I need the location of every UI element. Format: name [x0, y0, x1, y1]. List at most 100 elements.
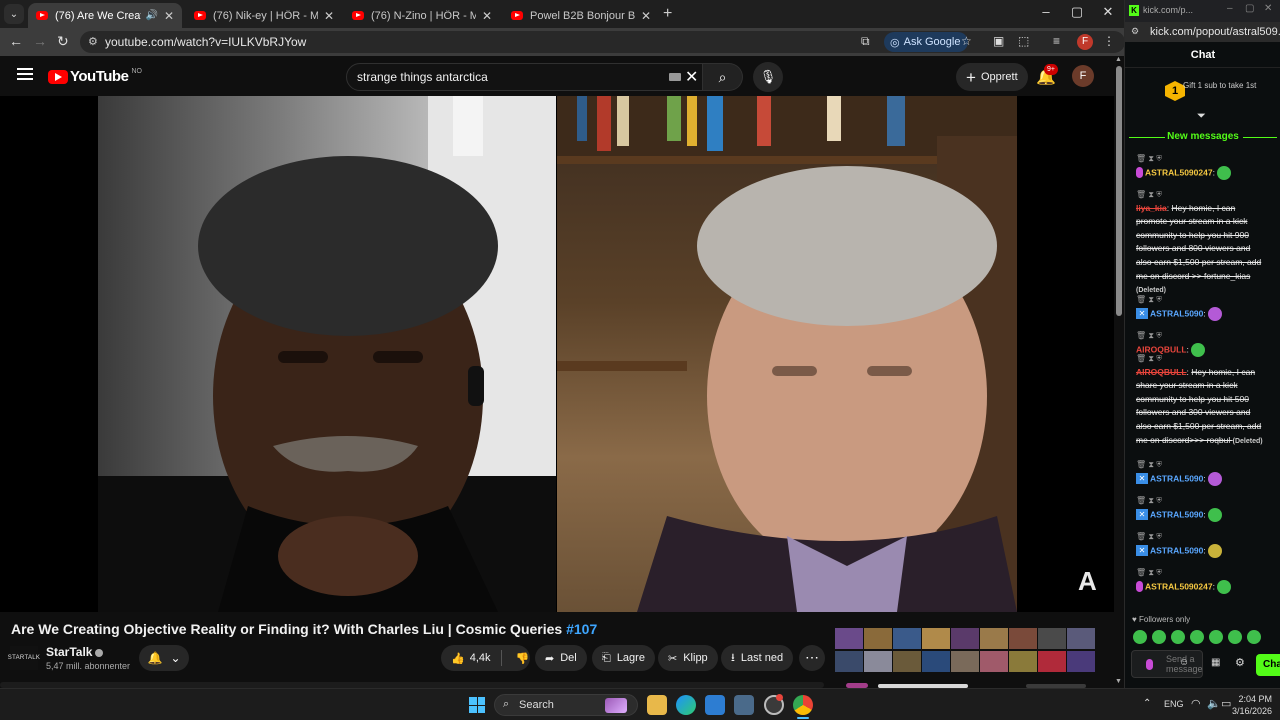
quick-emote-icon[interactable]: [1209, 630, 1223, 644]
chat-username[interactable]: ASTRAL5090: [1150, 509, 1203, 519]
maximize-icon[interactable]: ▢: [1067, 4, 1087, 20]
extension-icon[interactable]: ▣: [993, 34, 1004, 48]
quick-emote-icon[interactable]: [1228, 630, 1242, 644]
scroll-down-icon[interactable]: ▼: [1115, 678, 1122, 685]
chat-message-input[interactable]: Send a message: [1131, 650, 1203, 678]
chat-settings-gear-icon[interactable]: ⚙: [1235, 656, 1245, 669]
chat-message[interactable]: 🗑 ⧗ ⛨ ✕ ASTRAL5090:: [1136, 293, 1268, 321]
search-input[interactable]: strange things antarctica ✕: [346, 63, 703, 91]
gift-icon[interactable]: ▦: [1211, 657, 1220, 668]
site-info-icon[interactable]: ⚙: [88, 35, 98, 48]
new-tab-button[interactable]: +: [663, 5, 672, 23]
keyboard-icon[interactable]: [669, 73, 681, 81]
clip-button[interactable]: ✂ Klipp: [658, 645, 718, 671]
close-tab-icon[interactable]: ✕: [482, 9, 492, 23]
create-button[interactable]: + Opprett: [956, 63, 1028, 91]
mod-action-icons[interactable]: 🗑 ⧗ ⛨: [1136, 532, 1162, 541]
chat-message[interactable]: 🗑 ⧗ ⛨ ASTRAL5090247:: [1136, 152, 1268, 180]
like-button[interactable]: 👍 4,4k: [441, 650, 502, 666]
store-icon[interactable]: [705, 695, 725, 715]
back-icon[interactable]: ←: [9, 33, 23, 49]
mod-action-icons[interactable]: 🗑 ⧗ ⛨: [1136, 295, 1162, 304]
close-tab-icon[interactable]: ✕: [641, 9, 651, 23]
kick-url-bar[interactable]: ⚙ kick.com/popout/astral509...: [1125, 22, 1280, 42]
reload-icon[interactable]: ↻: [57, 33, 69, 50]
channel-watermark-icon[interactable]: A: [1078, 566, 1097, 597]
tab-n-zino[interactable]: (76) N-Zino | HÖR - March 16 / ✕: [344, 3, 500, 28]
snipping-tool-icon[interactable]: [734, 695, 754, 715]
show-hidden-icons-chevron-icon[interactable]: ⌃: [1143, 698, 1151, 709]
video-player[interactable]: A: [0, 96, 1114, 612]
media-control-icon[interactable]: ≡: [1053, 34, 1060, 48]
more-actions-button[interactable]: ⋯: [799, 645, 825, 671]
chat-message[interactable]: 🗑 ⧗ ⛨ ✕ ASTRAL5090:: [1136, 494, 1268, 522]
edge-browser-icon[interactable]: [676, 695, 696, 715]
chat-username[interactable]: ASTRAL5090247: [1145, 167, 1213, 177]
tab-powel[interactable]: Powel B2B Bonjour Ben | HÖR ✕: [503, 3, 659, 28]
menu-icon[interactable]: [17, 68, 33, 80]
input-language[interactable]: ENG: [1164, 699, 1184, 709]
puzzle-icon[interactable]: ⬚: [1018, 34, 1029, 48]
file-explorer-icon[interactable]: [647, 695, 667, 715]
profile-avatar[interactable]: F: [1077, 34, 1093, 50]
quick-emote-icon[interactable]: [1152, 630, 1166, 644]
bookmark-star-icon[interactable]: ☆: [961, 34, 972, 48]
youtube-logo[interactable]: YouTube NO: [48, 68, 142, 85]
quick-emote-icon[interactable]: [1171, 630, 1185, 644]
volume-icon[interactable]: 🔈: [1207, 697, 1221, 710]
filter-icon[interactable]: ⏷: [1197, 110, 1206, 123]
site-info-icon[interactable]: ⚙: [1131, 26, 1139, 37]
mod-action-icons[interactable]: 🗑 ⧗ ⛨: [1136, 568, 1162, 577]
chat-username[interactable]: ASTRAL5090: [1150, 545, 1203, 555]
minimize-icon[interactable]: –: [1227, 3, 1233, 14]
maximize-icon[interactable]: ▢: [1245, 3, 1254, 14]
account-avatar[interactable]: F: [1072, 65, 1094, 87]
quick-emote-icon[interactable]: [1247, 630, 1261, 644]
subscription-notification-button[interactable]: 🔔 ⌄: [139, 645, 189, 671]
gift-leaderboard-badge[interactable]: 1: [1165, 81, 1185, 101]
search-button[interactable]: ⌕: [703, 63, 743, 91]
mod-action-icons[interactable]: 🗑 ⧗ ⛨: [1136, 460, 1162, 469]
speaker-icon[interactable]: 🔊: [145, 10, 157, 21]
chat-message[interactable]: 🗑 ⧗ ⛨ ✕ ASTRAL5090:: [1136, 530, 1268, 558]
page-scrollbar[interactable]: ▲ ▼: [1114, 56, 1124, 688]
video-hashtag-link[interactable]: #107: [566, 621, 597, 637]
quick-emote-icon[interactable]: [1133, 630, 1147, 644]
recommended-video-thumbnail[interactable]: [835, 628, 1103, 674]
close-window-icon[interactable]: ✕: [1264, 3, 1272, 14]
channel-name[interactable]: StarTalk: [46, 645, 104, 659]
mod-action-icons[interactable]: 🗑 ⧗ ⛨: [1136, 190, 1162, 199]
tab-nik-ey[interactable]: (76) Nik-ey | HÖR - March 16 / ✕: [186, 3, 342, 28]
chat-username[interactable]: ASTRAL5090247: [1145, 581, 1213, 591]
up-next-item-edge[interactable]: [846, 681, 1116, 688]
mod-action-icons[interactable]: 🗑 ⧗ ⛨: [1136, 496, 1162, 505]
voice-search-button[interactable]: 🎙: [753, 62, 783, 92]
scrollbar-thumb[interactable]: [1116, 66, 1122, 316]
close-tab-icon[interactable]: ✕: [324, 9, 334, 23]
chat-message[interactable]: 🗑 ⧗ ⛨ ASTRAL5090247:: [1136, 566, 1268, 594]
mod-action-icons[interactable]: 🗑 ⧗ ⛨: [1136, 154, 1162, 163]
clear-search-icon[interactable]: ✕: [685, 67, 698, 87]
close-window-icon[interactable]: ✕: [1098, 4, 1118, 20]
download-button[interactable]: ⭳ Last ned: [721, 645, 794, 671]
cast-icon[interactable]: ⧉: [861, 34, 870, 49]
ask-google-button[interactable]: ◎ Ask Google: [884, 32, 969, 52]
chat-username[interactable]: ASTRAL5090: [1150, 308, 1203, 318]
chrome-icon[interactable]: [793, 695, 813, 715]
mod-action-icons[interactable]: 🗑 ⧗ ⛨: [1136, 331, 1162, 340]
emoji-picker-icon[interactable]: ☺: [1179, 657, 1189, 668]
send-chat-button[interactable]: Chat: [1256, 654, 1280, 676]
close-tab-icon[interactable]: ✕: [164, 9, 174, 23]
chat-message[interactable]: 🗑 ⧗ ⛨ AIROQBULL: Hey homie, I can share y…: [1136, 352, 1268, 448]
chat-username[interactable]: ASTRAL5090: [1150, 473, 1203, 483]
scroll-up-icon[interactable]: ▲: [1115, 56, 1122, 63]
share-button[interactable]: ➦ Del: [535, 645, 587, 671]
chat-message[interactable]: 🗑 ⧗ ⛨ ✕ ASTRAL5090:: [1136, 458, 1268, 486]
dislike-button[interactable]: 👎: [508, 652, 538, 665]
forward-icon[interactable]: →: [33, 33, 47, 49]
windows-start-icon[interactable]: [469, 697, 485, 713]
taskbar-search-box[interactable]: ⌕ Search: [494, 694, 638, 716]
wifi-icon[interactable]: ◠: [1191, 697, 1201, 710]
chat-message[interactable]: 🗑 ⧗ ⛨ liya_kia: Hey homie, I can promote …: [1136, 188, 1268, 298]
mod-action-icons[interactable]: 🗑 ⧗ ⛨: [1136, 354, 1162, 363]
